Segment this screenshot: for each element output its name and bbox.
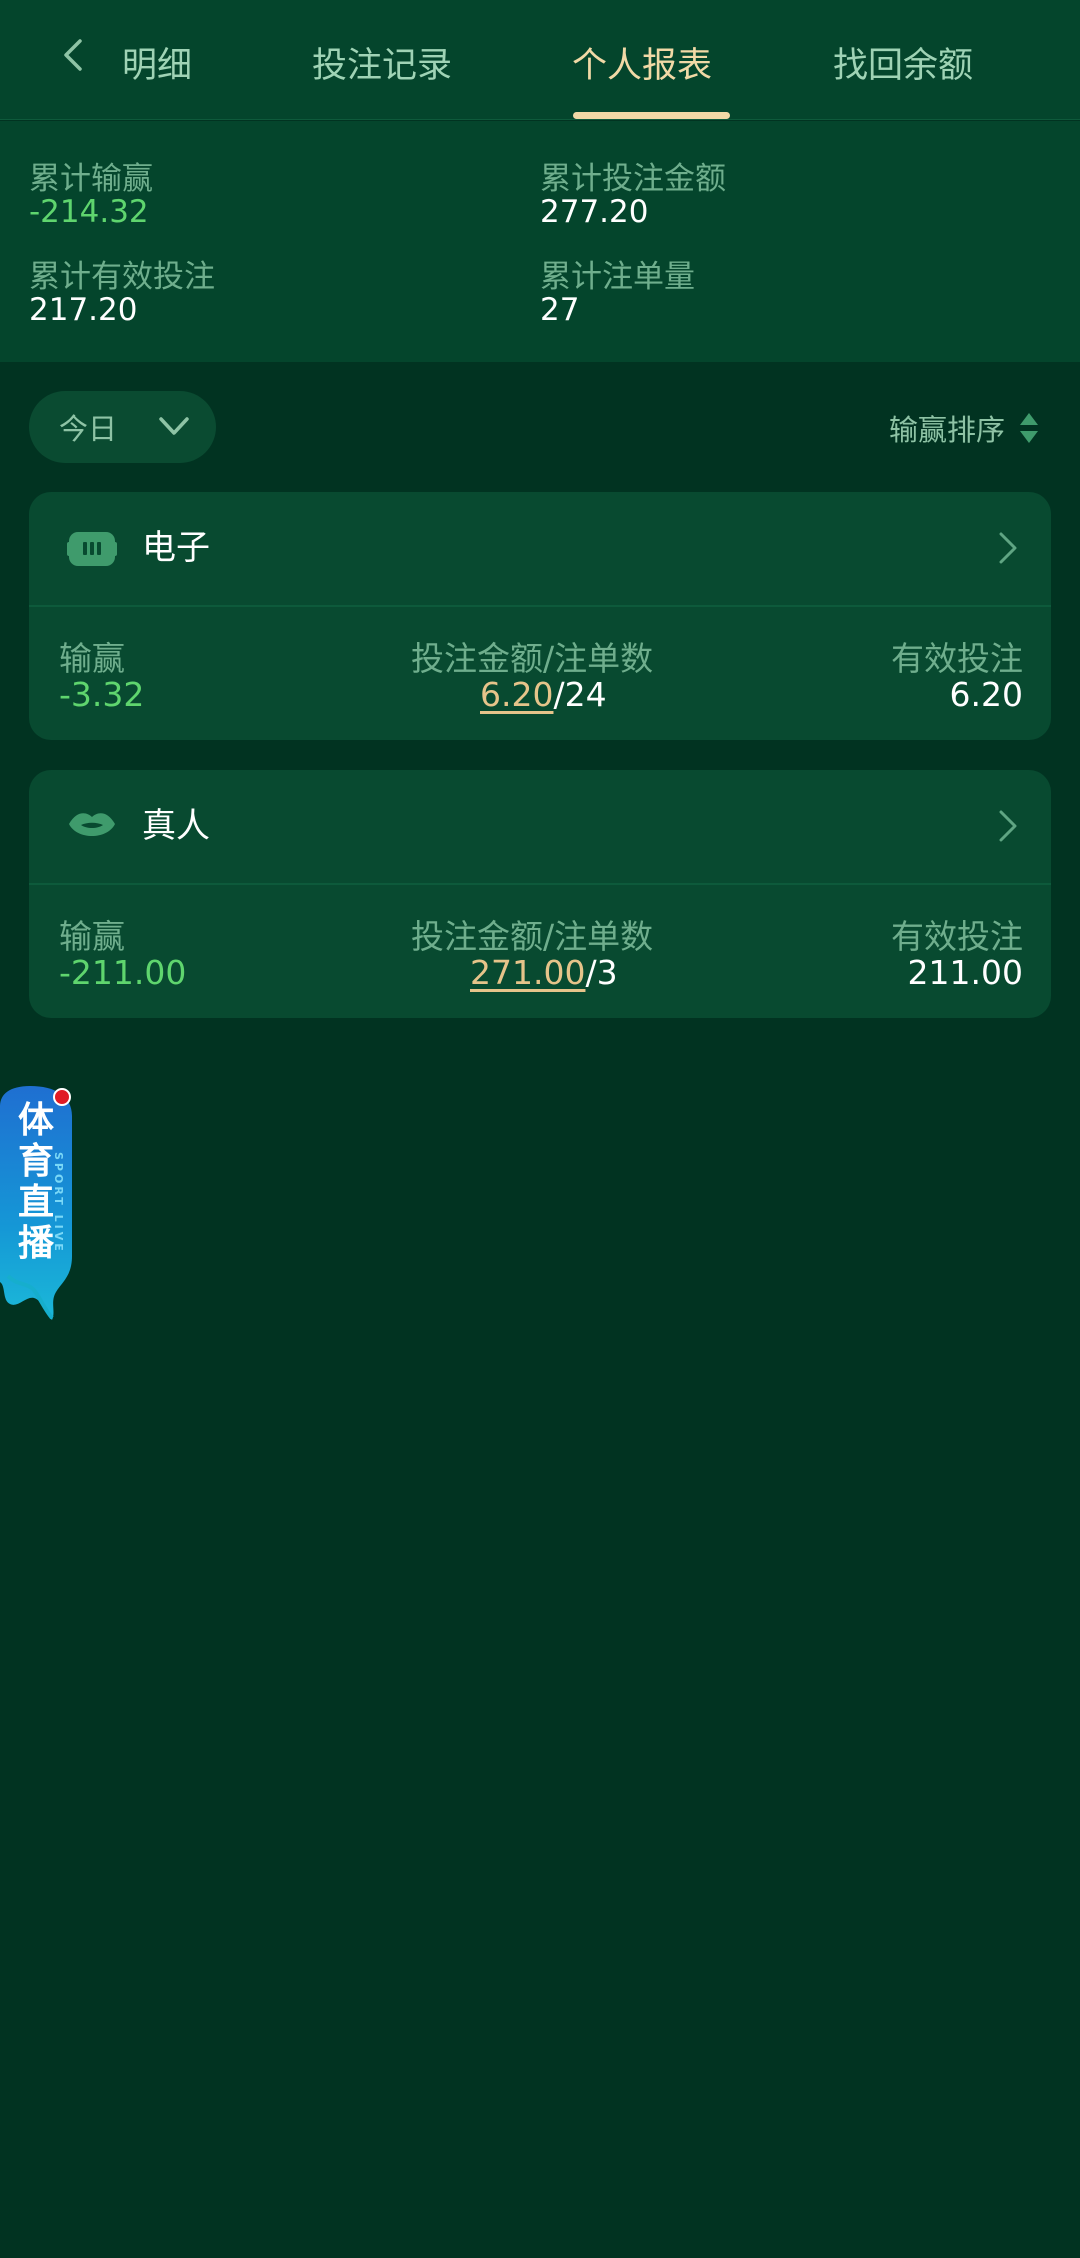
winloss-value: -3.32 [59, 675, 145, 714]
bet-amount-count-value: 271.00/3 [470, 953, 618, 992]
sort-arrows-icon [1019, 412, 1039, 444]
valid-bet-value: 211.00 [907, 953, 1023, 992]
total-valid-bet-value: 217.20 [29, 292, 138, 328]
total-valid-bet-label: 累计有效投注 [29, 259, 215, 295]
date-range-dropdown[interactable]: 今日 [29, 391, 216, 463]
chevron-right-icon[interactable] [997, 530, 1019, 566]
winloss-label: 输赢 [59, 639, 125, 678]
bet-amount-count-label: 投注金额/注单数 [411, 917, 654, 956]
back-arrow-icon [64, 39, 82, 71]
back-button[interactable] [50, 30, 94, 80]
total-winloss-label: 累计输赢 [29, 161, 153, 197]
category-card-electronic[interactable]: 电子 输赢 -3.32 投注金额/注单数 6.20/24 有效投注 6.20 [29, 492, 1051, 740]
card-header[interactable]: 真人 [29, 770, 1051, 885]
total-order-count-value: 27 [540, 292, 580, 328]
chevron-down-icon [159, 417, 189, 435]
tab-details[interactable]: 明细 [96, 36, 192, 96]
bet-amount-link[interactable]: 271.00 [470, 953, 585, 992]
summary-panel: 累计输赢 -214.32 累计投注金额 277.20 累计有效投注 217.20… [0, 121, 1080, 362]
electronic-game-icon [67, 532, 117, 566]
total-winloss-value: -214.32 [29, 194, 149, 230]
sort-by-winloss-button[interactable]: 输赢排序 [889, 408, 1039, 448]
tab-personal-report[interactable]: 个人报表 [572, 36, 712, 96]
order-count: /3 [585, 953, 618, 992]
valid-bet-label: 有效投注 [891, 639, 1023, 678]
notification-dot [53, 1088, 71, 1106]
sport-live-floating-button[interactable]: 体育直播 SPORT LIVE [0, 1086, 76, 1322]
chevron-right-icon[interactable] [997, 808, 1019, 844]
winloss-label: 输赢 [59, 917, 125, 956]
personal-report-page: 明细 投注记录 个人报表 找回余额 累计输赢 -214.32 累计投注金额 27… [0, 0, 1080, 2258]
total-order-count-label: 累计注单量 [540, 259, 695, 295]
total-bet-amount-value: 277.20 [540, 194, 649, 230]
valid-bet-value: 6.20 [949, 675, 1023, 714]
valid-bet-label: 有效投注 [891, 917, 1023, 956]
bet-amount-link[interactable]: 6.20 [480, 675, 553, 714]
category-card-live-casino[interactable]: 真人 输赢 -211.00 投注金额/注单数 271.00/3 有效投注 211… [29, 770, 1051, 1018]
active-tab-indicator [573, 112, 730, 119]
order-count: /24 [553, 675, 607, 714]
card-header[interactable]: 电子 [29, 492, 1051, 607]
card-title: 真人 [142, 806, 210, 846]
tab-recover-balance[interactable]: 找回余额 [833, 36, 973, 96]
tab-bet-records[interactable]: 投注记录 [312, 36, 452, 96]
bet-amount-count-label: 投注金额/注单数 [411, 639, 654, 678]
tab-bar: 明细 投注记录 个人报表 找回余额 [0, 0, 1080, 120]
total-bet-amount-label: 累计投注金额 [540, 161, 726, 197]
live-casino-lips-icon [69, 813, 115, 836]
date-range-value: 今日 [59, 412, 118, 446]
card-title: 电子 [142, 528, 210, 568]
bet-amount-count-value: 6.20/24 [480, 675, 607, 714]
winloss-value: -211.00 [59, 953, 187, 992]
sort-label: 输赢排序 [888, 413, 1005, 447]
sport-live-sublabel: SPORT LIVE [52, 1152, 65, 1254]
